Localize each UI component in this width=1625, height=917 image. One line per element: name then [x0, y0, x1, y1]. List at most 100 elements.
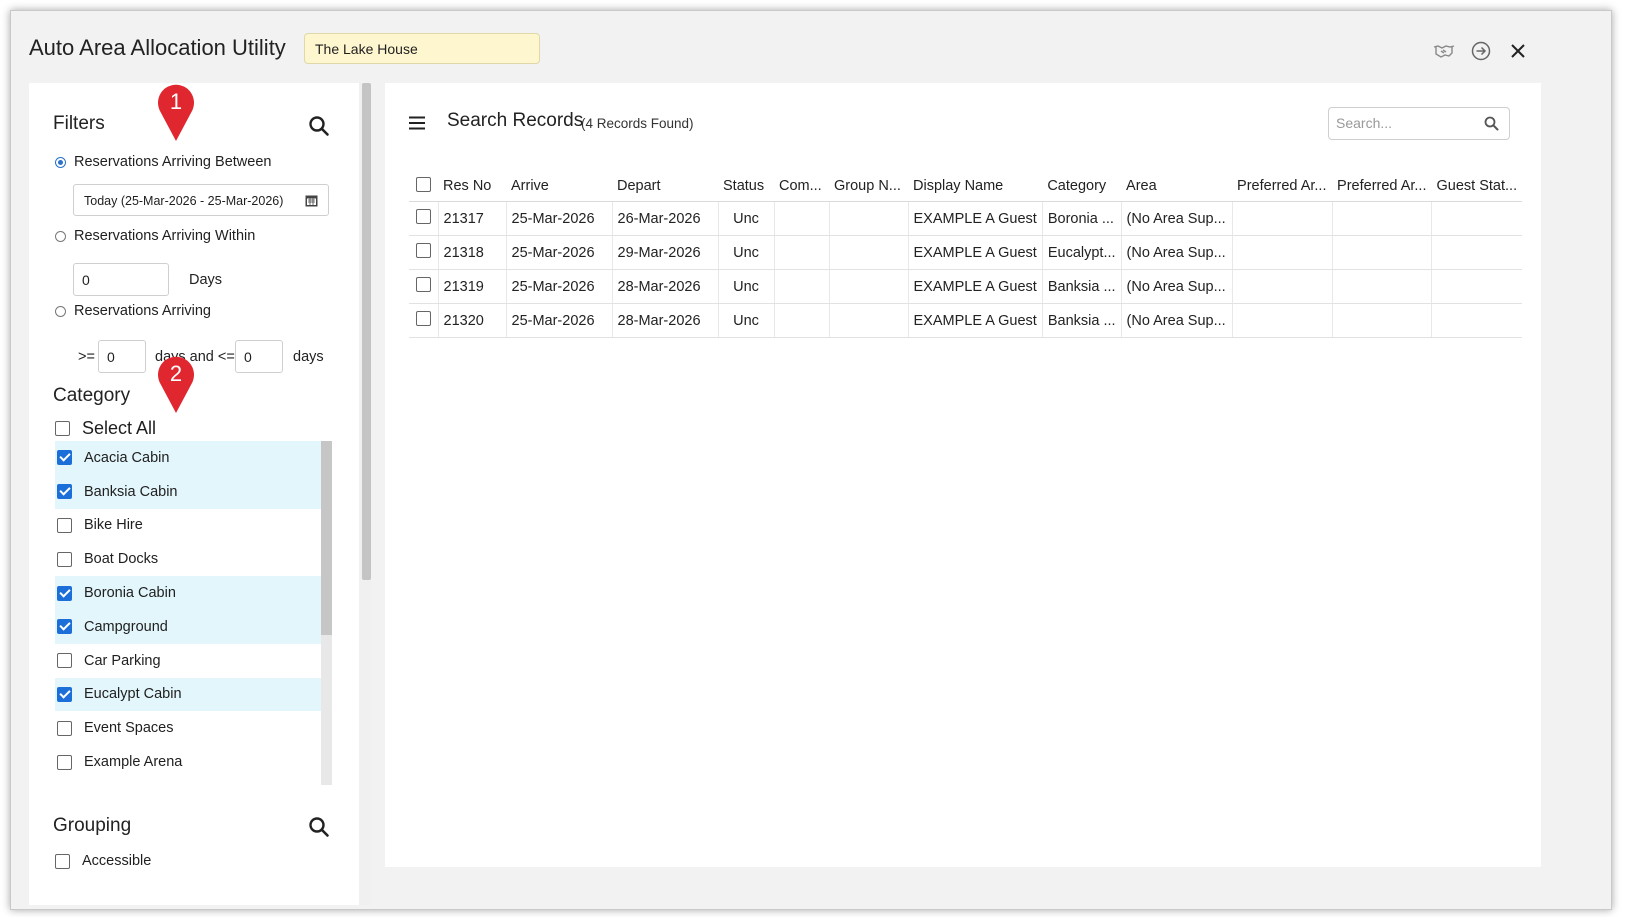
radio-arriving-within[interactable]: Reservations Arriving Within: [55, 228, 255, 244]
calendar-icon[interactable]: [305, 194, 318, 207]
radio-label: Reservations Arriving: [74, 303, 211, 319]
results-search-icon[interactable]: [1484, 116, 1499, 131]
within-days-input[interactable]: 0: [73, 263, 169, 296]
cell-status: Unc: [717, 303, 774, 338]
category-item[interactable]: Boronia Cabin: [55, 576, 321, 610]
column-header[interactable]: Category: [1042, 171, 1122, 202]
column-header[interactable]: Arrive: [506, 171, 612, 202]
radio-button[interactable]: [55, 230, 66, 242]
select-all-checkbox[interactable]: [55, 421, 70, 436]
cell-area[interactable]: (No Area Sup...: [1120, 201, 1233, 236]
grouping-search-icon[interactable]: [308, 816, 330, 838]
table-row[interactable]: 21319 25-Mar-2026 28-Mar-2026 Unc EXAMPLE A …: [409, 269, 1523, 304]
property-selector[interactable]: The Lake House: [304, 33, 540, 64]
category-checkbox[interactable]: [57, 754, 72, 770]
handshake-icon[interactable]: [1431, 38, 1457, 64]
radio-button[interactable]: [55, 156, 66, 168]
table-row[interactable]: 21317 25-Mar-2026 26-Mar-2026 Unc EXAMPLE A …: [409, 201, 1523, 236]
cell-area[interactable]: (No Area Sup...: [1120, 269, 1233, 304]
cell-res-no[interactable]: 21320: [437, 303, 506, 338]
row-select-cell[interactable]: [409, 269, 438, 304]
row-checkbox[interactable]: [415, 277, 431, 292]
cell-group: [828, 303, 908, 338]
row-checkbox[interactable]: [415, 243, 431, 258]
close-icon[interactable]: [1505, 38, 1531, 64]
column-header[interactable]: Display Name: [908, 171, 1043, 202]
annotation-marker-1: 1: [155, 83, 197, 143]
date-range-value: Today (25-Mar-2026 - 25-Mar-2026): [84, 194, 284, 208]
category-item[interactable]: Bike Hire: [55, 509, 321, 543]
cell-guest-status: [1431, 303, 1523, 338]
category-scrollbar-thumb[interactable]: [321, 441, 332, 635]
days-label: days: [293, 349, 324, 365]
category-checkbox[interactable]: [57, 585, 72, 601]
gte-days-input[interactable]: 0: [98, 340, 146, 373]
cell-res-no[interactable]: 21317: [437, 201, 506, 236]
auto-area-allocation-window: Auto Area Allocation Utility The Lake Ho…: [10, 10, 1612, 910]
table-row[interactable]: 21318 25-Mar-2026 29-Mar-2026 Unc EXAMPLE A …: [409, 235, 1523, 270]
filter-panel-scrollbar-thumb[interactable]: [362, 83, 371, 580]
cell-guest-status: [1431, 235, 1523, 270]
radio-arriving-range[interactable]: Reservations Arriving: [55, 303, 211, 319]
column-header[interactable]: Res No: [438, 171, 506, 202]
arrow-circle-right-icon[interactable]: [1468, 38, 1494, 64]
column-header[interactable]: Preferred Ar...: [1332, 171, 1432, 202]
category-item[interactable]: Car Parking: [55, 644, 321, 678]
column-header[interactable]: Group N...: [829, 171, 908, 202]
cell-arrive: 25-Mar-2026: [505, 235, 612, 270]
category-label: Event Spaces: [84, 720, 174, 737]
select-all-rows-cell[interactable]: [409, 171, 438, 202]
cell-area[interactable]: (No Area Sup...: [1120, 235, 1233, 270]
cell-group: [828, 269, 908, 304]
category-checkbox[interactable]: [57, 653, 72, 669]
select-all-rows-checkbox[interactable]: [416, 176, 431, 192]
category-item[interactable]: Event Spaces: [55, 711, 321, 745]
row-checkbox[interactable]: [415, 209, 431, 224]
column-header[interactable]: Status: [718, 171, 774, 202]
column-header[interactable]: Area: [1121, 171, 1233, 202]
category-item[interactable]: Acacia Cabin: [55, 441, 321, 475]
category-item[interactable]: Campground: [55, 609, 321, 644]
category-checkbox[interactable]: [57, 484, 72, 500]
category-checkbox[interactable]: [57, 517, 72, 533]
cell-com: [773, 303, 829, 338]
cell-display-name: EXAMPLE A Guest: [907, 235, 1043, 270]
select-all-row[interactable]: Select All: [55, 418, 156, 439]
radio-arriving-between[interactable]: Reservations Arriving Between: [55, 154, 271, 170]
category-item[interactable]: Boat Docks: [55, 542, 321, 576]
cell-depart: 28-Mar-2026: [611, 303, 718, 338]
radio-button[interactable]: [55, 305, 66, 317]
radio-label: Reservations Arriving Between: [74, 154, 272, 170]
table-row[interactable]: 21320 25-Mar-2026 28-Mar-2026 Unc EXAMPLE A …: [409, 303, 1523, 338]
results-search-input[interactable]: Search...: [1328, 107, 1510, 140]
column-header[interactable]: Depart: [612, 171, 718, 202]
cell-res-no[interactable]: 21319: [437, 269, 506, 304]
column-header[interactable]: Guest Stat...: [1431, 171, 1523, 202]
column-header[interactable]: Com...: [774, 171, 829, 202]
row-select-cell[interactable]: [409, 201, 438, 236]
cell-res-no[interactable]: 21318: [437, 235, 506, 270]
date-range-field[interactable]: Today (25-Mar-2026 - 25-Mar-2026): [73, 184, 329, 216]
lte-days-input[interactable]: 0: [235, 340, 283, 373]
category-item[interactable]: Banksia Cabin: [55, 474, 321, 509]
category-checkbox[interactable]: [57, 686, 72, 702]
cell-area[interactable]: (No Area Sup...: [1120, 303, 1233, 338]
filter-search-icon[interactable]: [308, 115, 330, 137]
grouping-item[interactable]: Accessible: [55, 853, 151, 869]
hamburger-menu-icon[interactable]: [409, 116, 425, 130]
filter-panel: Filters Reservations Arriving Between To…: [29, 83, 367, 905]
category-checkbox[interactable]: [57, 720, 72, 736]
category-checkbox[interactable]: [57, 450, 72, 466]
category-item[interactable]: Example Arena: [55, 745, 321, 779]
category-checkbox[interactable]: [57, 551, 72, 567]
category-checkbox[interactable]: [57, 619, 72, 635]
category-label: Boronia Cabin: [84, 585, 176, 602]
cell-category: Eucalypt...: [1041, 235, 1122, 270]
grouping-checkbox[interactable]: [55, 853, 70, 869]
row-select-cell[interactable]: [409, 235, 438, 270]
row-checkbox[interactable]: [415, 311, 431, 326]
category-item[interactable]: Eucalypt Cabin: [55, 677, 321, 712]
column-header[interactable]: Preferred Ar...: [1232, 171, 1333, 202]
results-panel: Search Records (4 Records Found) Search.…: [385, 83, 1541, 867]
row-select-cell[interactable]: [409, 303, 438, 338]
